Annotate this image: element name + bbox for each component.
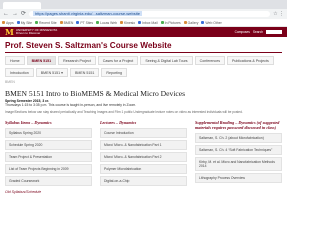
list-item[interactable]: Team Project & Presentation [5,151,92,162]
nav-item[interactable]: Research Project [58,56,96,65]
bookmark-favicon-icon [2,21,5,24]
bookmark-label: PT Sites [80,20,94,25]
list-item[interactable]: Micro/ Micro- & Nanofabrication Part 2 [100,151,187,162]
browser-tab-bar [0,0,287,9]
nav-item[interactable]: Cases for a Project [97,56,139,65]
list-item[interactable]: Polymer Microfabrication [100,163,187,174]
browser-menu-icon[interactable]: ☆ ⋮ [273,11,284,17]
secondary-nav: Introduction BMEN 5151 ▾ BMEN 5151 Reportin… [0,68,287,77]
list-item[interactable]: Syllabus Spring 2020 [5,127,92,138]
course-semester: Spring Semester 2015, 3 cr. [5,99,50,103]
column-heading: Supplemental Reading – Dynamics (of sugg… [195,119,280,130]
column-list: Course Introduction Micro/ Micro- & Nanof… [100,127,187,186]
content-column: Supplemental Reading – Dynamics (of sugg… [195,120,282,194]
breadcrumb[interactable]: BMEN [0,77,287,84]
url-text: https://pages.shanti.virginia.edu/...sal… [33,11,142,16]
nav-item[interactable]: BMEN 5151 [26,56,57,65]
address-bar[interactable]: https://pages.shanti.virginia.edu/...sal… [29,11,271,17]
nav-item[interactable]: BMEN 5151 ▾ [35,68,68,77]
list-item[interactable]: Micro/ Micro- & Nanofabrication Part 1 [100,139,187,150]
search-input[interactable] [266,30,282,34]
university-logo[interactable]: M UNIVERSITY OF MINNESOTA Driven to Disc… [5,28,57,36]
bookmark-favicon-icon [138,21,142,24]
bookmark-label: Inbox Mail [142,20,158,25]
list-item[interactable]: Lithography Process Overview [195,172,282,183]
search-link[interactable]: Search [253,30,263,34]
bookmark-favicon-icon [16,21,20,24]
course-columns: Syllabus Items – Dynamics Syllabus Spring… [0,114,287,194]
list-item[interactable]: Digital-on-a-Chip [100,175,187,186]
title-divider [5,52,282,53]
bookmark-label: BMEN [63,20,74,25]
list-item[interactable]: List of Team Projects Beginning in 2009 [5,163,92,174]
column-list: Syllabus Spring 2020 Schedule Spring 2020… [5,127,92,186]
nav-item[interactable]: Seeing & Digital Lab Tours [140,56,193,65]
bookmark-item[interactable]: Inbox Mail [138,20,158,25]
bookmark-favicon-icon [183,21,187,24]
reload-icon[interactable]: ⟳ [21,11,26,17]
bookmark-item[interactable]: Gallery [183,20,199,25]
bookmark-favicon-icon [59,21,63,24]
bookmark-label: In Pictures [164,20,181,25]
university-header: M UNIVERSITY OF MINNESOTA Driven to Disc… [0,27,287,37]
browser-tab[interactable] [3,2,41,9]
nav-item[interactable]: Introduction [5,68,34,77]
bookmark-item[interactable]: Lucas Web [96,21,117,25]
list-item[interactable]: Saltzman, S. Ch. 4 “Soft Fabrication Tec… [195,144,282,155]
primary-nav: Home BMEN 5151 Research Project Cases for a… [0,56,287,65]
forward-icon[interactable]: → [12,11,18,17]
bookmark-label: Kinesio [124,20,136,25]
bookmark-label: My Site [20,20,33,25]
list-item[interactable]: Saltzman, S. Ch. 2 (about Microfabricati… [195,132,282,143]
column-heading: Lectures – Dynamics [100,119,137,125]
university-tagline: Driven to Discover [15,31,41,35]
nav-item[interactable]: Home [5,56,25,65]
bookmark-item[interactable]: In Pictures [160,20,181,25]
browser-toolbar: ← → ⟳ https://pages.shanti.virginia.edu/… [0,9,287,19]
bookmark-item[interactable]: Apps [2,21,14,25]
bookmark-label: Gallery [187,20,199,25]
bookmark-item[interactable]: BMEN [59,20,74,25]
content-column: Lectures – Dynamics Course Introduction Mi… [100,120,187,194]
site-title[interactable]: Prof. Steven S. Saltzman's Course Websit… [0,37,287,52]
nav-item[interactable]: Publications & Projects [227,56,274,65]
list-item[interactable]: Schedule Spring 2020 [5,139,92,150]
bookmark-favicon-icon [160,21,164,24]
campuses-link[interactable]: Campuses [235,30,250,34]
bookmark-favicon-icon [120,21,124,24]
bookmark-favicon-icon [96,21,100,24]
page-title: BMEN 5151 Intro to BioMEMS & Medical Mic… [5,89,186,98]
nav-item[interactable]: Reporting [101,68,127,77]
bookmark-label: Recent Site [39,20,57,25]
bookmark-item[interactable]: Recent Site [35,21,57,25]
bookmark-item[interactable]: PT Sites [76,21,93,25]
content-column: Syllabus Items – Dynamics Syllabus Spring… [5,120,92,194]
bookmark-favicon-icon [35,21,39,24]
bookmarks-bar: Apps My Site Recent Site BMEN PT Sites Lucas … [0,19,287,27]
bookmark-item[interactable]: Kinesio [120,21,135,25]
column-heading: Syllabus Items – Dynamics [5,119,52,125]
list-item[interactable]: Graded Coursework [5,175,92,186]
bookmark-favicon-icon [201,21,205,24]
bookmark-label: Apps [6,20,14,25]
bookmark-favicon-icon [76,21,80,24]
list-item[interactable]: Kirby, M. et al. Micro and Nanofabricati… [195,156,282,171]
bookmark-label: Web Other [205,20,222,25]
course-meta: Spring Semester 2015, 3 cr. Thursdays 1:… [0,99,287,108]
university-m-logo: M [5,27,14,37]
nav-item[interactable]: Conferences [194,56,225,65]
bookmark-item[interactable]: My Site [16,20,33,25]
column-footer: Old Syllabus/Schedule [5,189,42,194]
header-links: Campuses Search [235,30,282,34]
back-icon[interactable]: ← [3,11,9,17]
bookmark-label: Lucas Web [100,20,118,25]
list-item[interactable]: Course Introduction [100,127,187,138]
nav-item[interactable]: BMEN 5151 [69,68,100,77]
column-list: Saltzman, S. Ch. 2 (about Microfabricati… [195,132,282,183]
bookmark-item[interactable]: Web Other [201,20,222,25]
